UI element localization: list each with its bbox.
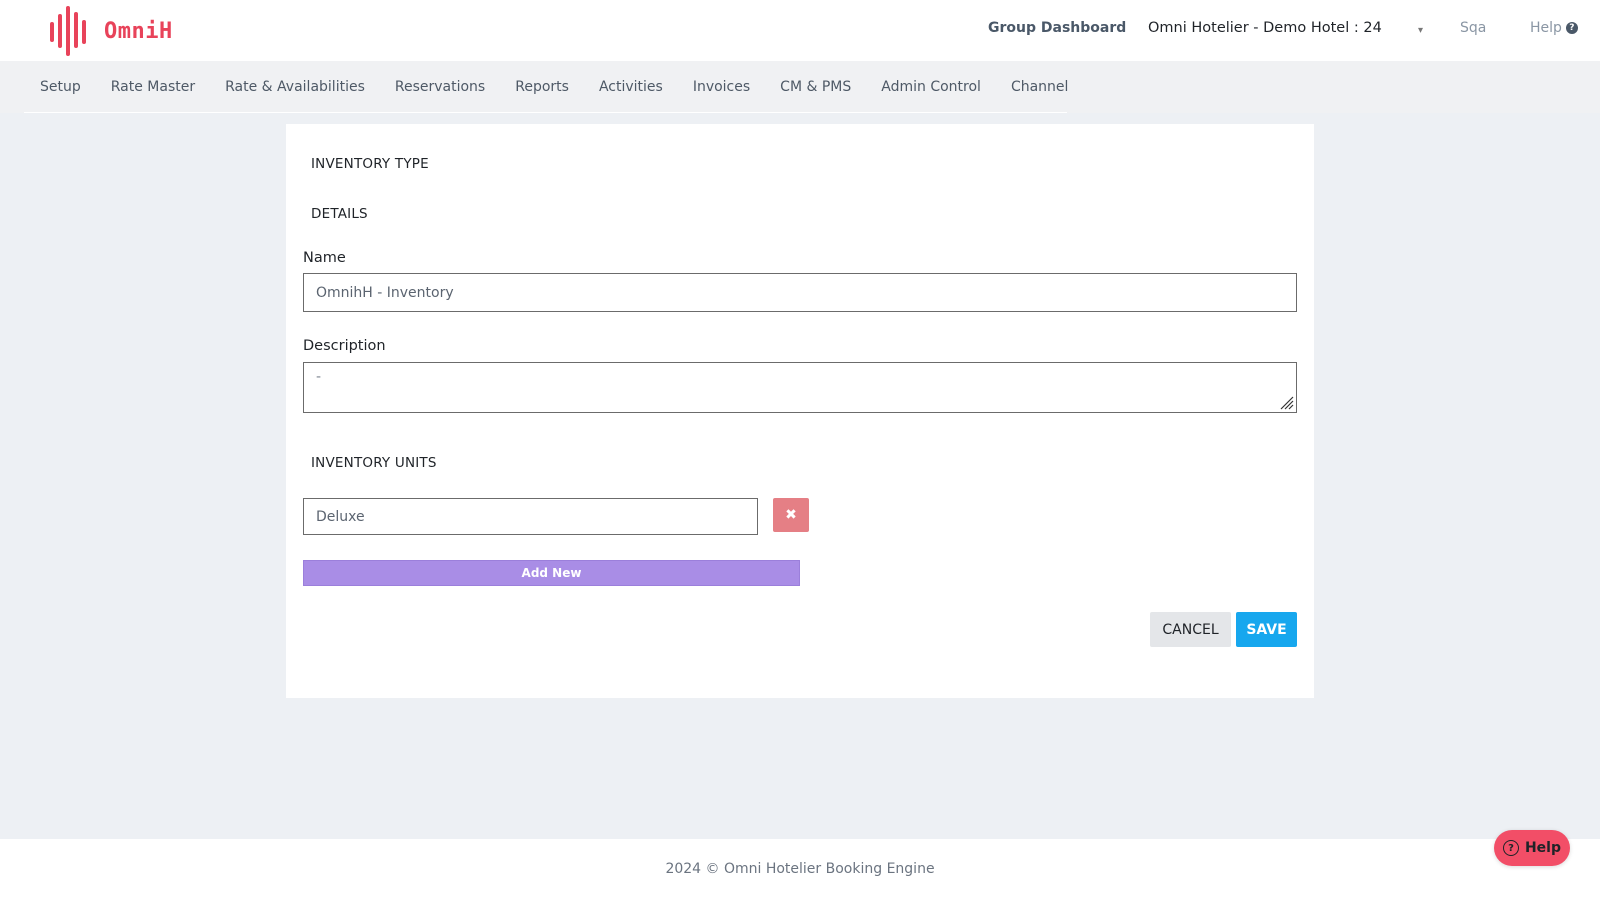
footer-copyright: 2024 © Omni Hotelier Booking Engine [665, 861, 935, 877]
inventory-type-heading: INVENTORY TYPE [311, 156, 429, 172]
user-menu[interactable]: Sqa [1460, 20, 1486, 36]
name-input[interactable] [303, 273, 1297, 312]
nav-item-activities[interactable]: Activities [599, 79, 663, 95]
help-link-label: Help [1530, 20, 1562, 36]
nav-item-reports[interactable]: Reports [515, 79, 569, 95]
top-header: OmniH Group Dashboard Omni Hotelier - De… [0, 0, 1600, 61]
nav-item-channel[interactable]: Channel [1011, 79, 1068, 95]
chevron-down-icon[interactable]: ▾ [1418, 25, 1423, 36]
main-nav: Setup Rate Master Rate & Availabilities … [0, 61, 1600, 113]
nav-item-cm-pms[interactable]: CM & PMS [780, 79, 851, 95]
close-icon: ✖ [785, 507, 797, 523]
inventory-unit-input[interactable] [303, 498, 758, 535]
hotel-select[interactable]: Omni Hotelier - Demo Hotel : 24 [1148, 20, 1382, 36]
main-nav-items: Setup Rate Master Rate & Availabilities … [24, 61, 1068, 113]
nav-item-invoices[interactable]: Invoices [693, 79, 750, 95]
help-link[interactable]: Help ? [1530, 20, 1578, 36]
nav-item-rate-availabilities[interactable]: Rate & Availabilities [225, 79, 365, 95]
name-label: Name [303, 250, 346, 266]
nav-item-reservations[interactable]: Reservations [395, 79, 485, 95]
question-circle-icon: ? [1565, 22, 1578, 34]
inventory-units-heading: INVENTORY UNITS [311, 455, 437, 471]
page-footer: 2024 © Omni Hotelier Booking Engine [0, 839, 1600, 900]
omnih-logo[interactable]: OmniH [48, 6, 173, 56]
save-button[interactable]: SAVE [1236, 612, 1297, 647]
nav-item-setup[interactable]: Setup [40, 79, 81, 95]
details-heading: DETAILS [311, 206, 368, 222]
resize-handle-icon[interactable] [1278, 394, 1294, 410]
remove-unit-button[interactable]: ✖ [773, 498, 809, 532]
logo-bars-icon [50, 6, 86, 56]
question-circle-icon: ? [1502, 840, 1519, 856]
logo-text: OmniH [104, 18, 173, 44]
description-label: Description [303, 338, 386, 354]
description-textarea[interactable]: - [303, 362, 1297, 413]
nav-item-rate-master[interactable]: Rate Master [111, 79, 195, 95]
nav-item-admin-control[interactable]: Admin Control [881, 79, 981, 95]
cancel-button[interactable]: CANCEL [1150, 612, 1231, 647]
group-dashboard-link[interactable]: Group Dashboard [988, 20, 1126, 36]
help-widget-label: Help [1524, 840, 1562, 856]
help-widget-button[interactable]: ? Help [1494, 830, 1570, 866]
add-new-button[interactable]: Add New [303, 560, 800, 586]
